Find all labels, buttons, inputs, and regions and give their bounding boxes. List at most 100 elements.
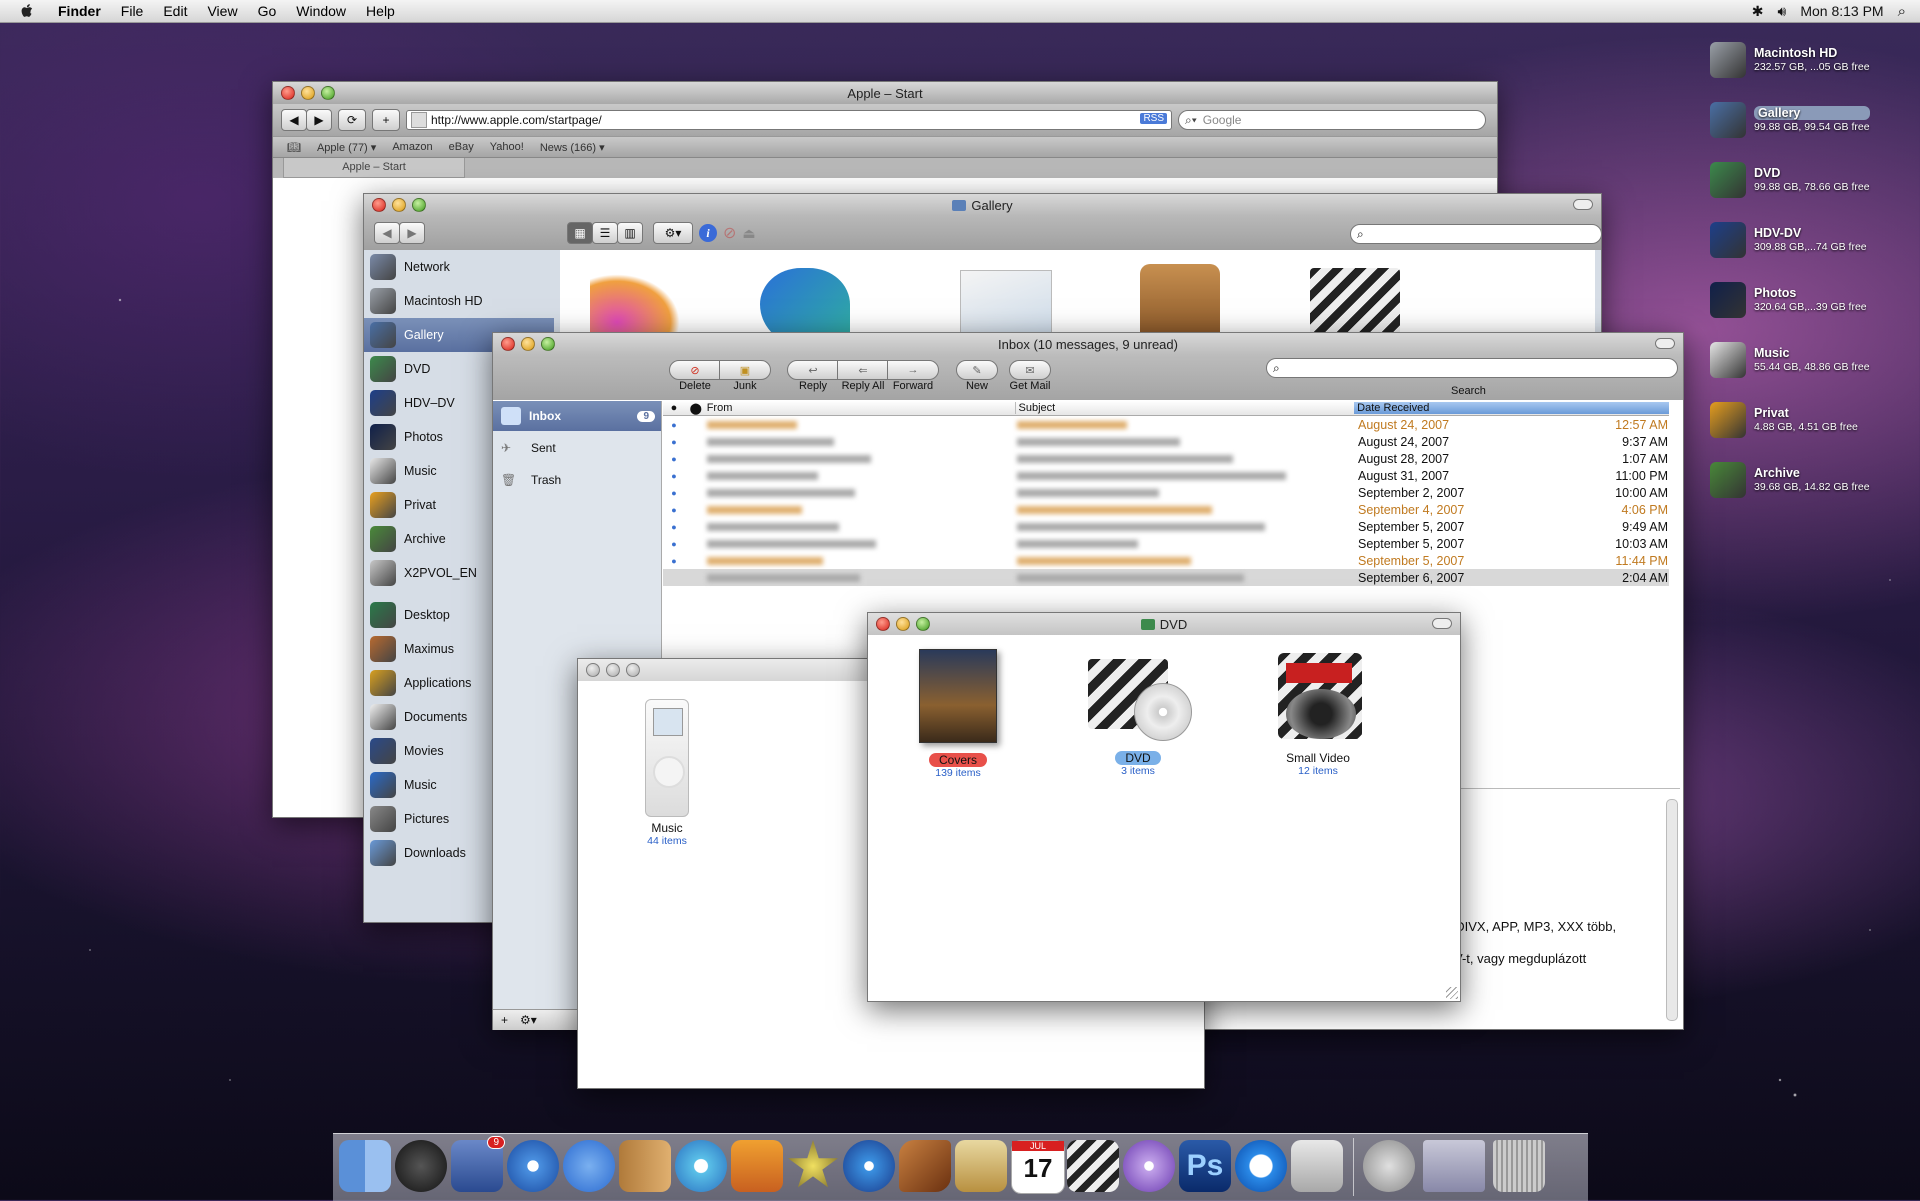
new-message-button[interactable]: ✎ New <box>955 360 999 392</box>
dvd-player-dock-icon[interactable] <box>1123 1140 1175 1192</box>
dashboard-dock-icon[interactable] <box>395 1140 447 1192</box>
mailbox-trash[interactable]: 🗑︎ Trash <box>493 465 661 495</box>
date-column-header[interactable]: Date Received <box>1354 402 1669 414</box>
forward-button[interactable]: ▶ <box>306 109 332 131</box>
add-bookmark-button[interactable]: + <box>372 109 400 131</box>
mail-titlebar[interactable]: Inbox (10 messages, 9 unread) <box>493 333 1683 355</box>
menu-file[interactable]: File <box>111 3 154 19</box>
minimize-button[interactable] <box>896 617 910 631</box>
attachment-column-header[interactable]: ⬤ <box>685 402 707 415</box>
sidebar-item[interactable]: Macintosh HD <box>364 284 554 318</box>
menu-help[interactable]: Help <box>356 3 405 19</box>
desktop-icon[interactable]: Archive 39.68 GB, 14.82 GB free <box>1710 450 1920 510</box>
toolbar-toggle-button[interactable] <box>1432 618 1452 629</box>
zoom-button[interactable] <box>916 617 930 631</box>
idvd-dock-icon[interactable] <box>843 1140 895 1192</box>
toolbar-toggle-button[interactable] <box>1573 199 1593 210</box>
desktop-icon[interactable]: Gallery 99.88 GB, 99.54 GB free <box>1710 90 1920 150</box>
reload-button[interactable]: ⟳ <box>338 109 366 131</box>
close-button[interactable] <box>372 198 386 212</box>
eject-icon[interactable]: ⏏ <box>742 225 755 242</box>
bookmarks-book-icon[interactable]: 📖︎ <box>287 141 301 154</box>
dvd-item-dvd[interactable]: DVD 3 items <box>1078 649 1198 777</box>
view-column-button[interactable]: ▥ <box>617 222 643 244</box>
reply-button[interactable]: ↩ Reply <box>787 360 839 392</box>
menu-view[interactable]: View <box>197 3 247 19</box>
bookmark-apple[interactable]: Apple (77) ▾ <box>317 141 376 154</box>
action-gear-button[interactable]: ⚙▾ <box>520 1013 537 1027</box>
mailbox-sent[interactable]: ✈ Sent <box>493 431 661 465</box>
zoom-button[interactable] <box>541 337 555 351</box>
menu-go[interactable]: Go <box>248 3 287 19</box>
unread-column-header[interactable]: ● <box>663 402 685 414</box>
message-row[interactable]: ● August 24, 2007 12:57 AM <box>663 416 1669 433</box>
tab-apple-start[interactable]: Apple – Start <box>283 158 465 178</box>
rss-badge[interactable]: RSS <box>1140 113 1167 124</box>
back-button[interactable]: ◀ <box>281 109 307 131</box>
delete-button[interactable]: ⊘ Delete <box>669 360 721 392</box>
iphoto-dock-icon[interactable] <box>731 1140 783 1192</box>
close-button[interactable] <box>281 86 295 100</box>
junk-button[interactable]: ▣ Junk <box>719 360 771 392</box>
minimize-button[interactable] <box>606 663 620 677</box>
finder-search-field[interactable]: ⌕ <box>1350 224 1602 244</box>
ical-dock-icon[interactable]: JUL 17 <box>1011 1140 1065 1194</box>
gallery-titlebar[interactable]: Gallery <box>364 194 1601 216</box>
preview-dock-icon[interactable] <box>955 1140 1007 1192</box>
ichat-dock-icon[interactable] <box>563 1140 615 1192</box>
message-row[interactable]: ● September 5, 2007 11:44 PM <box>663 552 1669 569</box>
spotlight-icon[interactable]: ⌕ <box>1898 3 1906 20</box>
subject-column-header[interactable]: Subject <box>1014 402 1355 414</box>
toolbar-toggle-button[interactable] <box>1655 338 1675 349</box>
message-row[interactable]: ● September 5, 2007 9:49 AM <box>663 518 1669 535</box>
mail-search-field[interactable]: ⌕ <box>1266 358 1678 378</box>
menu-edit[interactable]: Edit <box>153 3 197 19</box>
info-icon[interactable]: i <box>699 224 717 242</box>
reply-all-button[interactable]: ⇐ Reply All <box>837 360 889 392</box>
safari-titlebar[interactable]: Apple – Start <box>273 82 1497 104</box>
message-row[interactable]: ● September 5, 2007 10:03 AM <box>663 535 1669 552</box>
finder-dock-icon[interactable] <box>339 1140 391 1192</box>
forward-button[interactable]: ▶ <box>399 222 425 244</box>
message-row[interactable]: ● September 4, 2007 4:06 PM <box>663 501 1669 518</box>
clock[interactable]: Mon 8:13 PM <box>1800 3 1883 19</box>
resize-handle[interactable] <box>1446 987 1458 999</box>
view-icon-button[interactable]: ▦ <box>567 222 593 244</box>
system-preferences-dock-icon[interactable] <box>1291 1140 1343 1192</box>
desktop-icon[interactable]: DVD 99.88 GB, 78.66 GB free <box>1710 150 1920 210</box>
forward-button[interactable]: → Forward <box>887 360 939 392</box>
dvd-titlebar[interactable]: DVD <box>868 613 1460 635</box>
quicktime-dock-icon[interactable] <box>1235 1140 1287 1192</box>
dvd-item-small-video[interactable]: Small Video 12 items <box>1258 649 1378 777</box>
get-mail-button[interactable]: ✉ Get Mail <box>1005 360 1055 392</box>
close-button[interactable] <box>586 663 600 677</box>
url-field[interactable]: http://www.apple.com/startpage/ RSS <box>406 110 1172 130</box>
minimized-window-dock-icon[interactable] <box>1423 1140 1485 1192</box>
action-gear-button[interactable]: ⚙▾ <box>653 222 693 244</box>
add-mailbox-button[interactable]: + <box>501 1013 508 1027</box>
zoom-button[interactable] <box>412 198 426 212</box>
bookmark-news[interactable]: News (166) ▾ <box>540 141 605 154</box>
bookmark-ebay[interactable]: eBay <box>449 141 474 153</box>
zoom-button[interactable] <box>321 86 335 100</box>
music-folder-item[interactable]: Music 44 items <box>612 699 722 847</box>
zoom-button[interactable] <box>626 663 640 677</box>
itunes-dock-icon[interactable] <box>675 1140 727 1192</box>
garageband-dock-icon[interactable] <box>899 1140 951 1192</box>
safari-dock-icon[interactable] <box>507 1140 559 1192</box>
menu-window[interactable]: Window <box>286 3 356 19</box>
message-row[interactable]: ● August 28, 2007 1:07 AM <box>663 450 1669 467</box>
close-button[interactable] <box>501 337 515 351</box>
mailbox-inbox[interactable]: Inbox 9 <box>493 401 661 431</box>
back-button[interactable]: ◀ <box>374 222 400 244</box>
google-search-field[interactable]: ⌕▾ Google <box>1178 110 1486 130</box>
volume-icon[interactable]: 🔊︎ <box>1778 3 1787 20</box>
message-row[interactable]: ● September 2, 2007 10:00 AM <box>663 484 1669 501</box>
trash-dock-icon[interactable] <box>1493 1140 1545 1192</box>
minimize-button[interactable] <box>392 198 406 212</box>
close-button[interactable] <box>876 617 890 631</box>
address-book-dock-icon[interactable] <box>619 1140 671 1192</box>
clapperboard-dock-icon[interactable] <box>1067 1140 1119 1192</box>
from-column-header[interactable]: From <box>707 402 1015 414</box>
dvd-item-covers[interactable]: Covers 139 items <box>908 649 1008 779</box>
